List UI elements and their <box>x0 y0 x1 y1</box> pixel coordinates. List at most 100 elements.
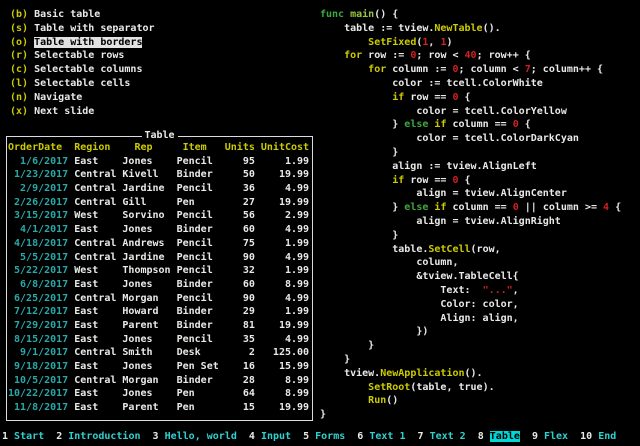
slide-tab-input[interactable]: 4 Input <box>249 431 291 442</box>
menu-item[interactable]: (c) Selectable columns <box>10 63 155 77</box>
table-cell: Central <box>74 169 122 180</box>
menu-shortcut-key: (o) <box>10 37 34 48</box>
slide-tab-introduction[interactable]: 2 Introduction <box>56 431 140 442</box>
slide-tab-number: 9 <box>532 431 544 442</box>
table-cell: Pencil <box>177 293 225 304</box>
table-cell: 50 <box>225 169 261 180</box>
table-cell: 9/1/2017 <box>8 347 74 358</box>
table-cell: 15 <box>225 402 261 413</box>
code-view: func main() { table := tview.NewTable().… <box>320 8 621 422</box>
table-cell: 56 <box>225 210 261 221</box>
menu-item-label: Table with borders <box>34 37 142 48</box>
slide-tab-text-1[interactable]: 6 Text 1 <box>357 431 405 442</box>
code-segment: Color: color, <box>320 299 519 310</box>
table-cell: Pencil <box>177 265 225 276</box>
table-cell: Jardine <box>122 252 176 263</box>
table-cell: 4.99 <box>261 334 309 345</box>
code-line: Text: "...", <box>320 284 621 298</box>
slide-tab-label: Hello, world <box>165 431 237 442</box>
menu-item-label: Selectable cells <box>34 78 130 89</box>
table-cell: Binder <box>177 224 225 235</box>
code-line: for row := 0; row < 40; row++ { <box>320 49 621 63</box>
table-row: 2/9/2017 Central Jardine Pencil 36 4.99 <box>8 182 311 196</box>
code-segment: NewTable <box>434 23 482 34</box>
table-cell: Pencil <box>177 156 225 167</box>
slide-tab-label: Flex <box>544 431 568 442</box>
table-cell: Pencil <box>177 252 225 263</box>
slide-tab-label: Text 1 <box>369 431 405 442</box>
table-cell: Morgan <box>122 375 176 386</box>
table-cell: East <box>74 334 122 345</box>
code-segment <box>320 64 368 75</box>
menu-item-label: Navigate <box>34 92 82 103</box>
menu-item[interactable]: (s) Table with separator <box>10 22 155 36</box>
shortcut-menu: (b) Basic table(s) Table with separator(… <box>10 8 155 118</box>
table-cell: 7/29/2017 <box>8 320 74 331</box>
table-cell: Thompson <box>122 265 176 276</box>
code-line: func main() { <box>320 8 621 22</box>
code-segment: SetFixed <box>368 37 416 48</box>
slide-tab-text-2[interactable]: 7 Text 2 <box>418 431 466 442</box>
slide-tab-number: 7 <box>418 431 430 442</box>
table-cell: 4.99 <box>261 224 309 235</box>
code-segment: row == <box>404 92 452 103</box>
table-row: 6/25/2017 Central Morgan Pencil 90 4.99 <box>8 292 311 306</box>
table-cell: Morgan <box>122 293 176 304</box>
table-header-row: OrderDate Region Rep Item Units UnitCost <box>8 141 311 155</box>
table-cell: East <box>74 279 122 290</box>
code-segment: (row, <box>471 244 501 255</box>
menu-item[interactable]: (n) Navigate <box>10 91 155 105</box>
slide-tab-number: 10 <box>580 431 598 442</box>
table-cell: Binder <box>177 169 225 180</box>
table-cell: Pencil <box>177 183 225 194</box>
code-segment: { <box>459 92 471 103</box>
slide-tab-forms[interactable]: 5 Forms <box>303 431 345 442</box>
table-cell: 90 <box>225 293 261 304</box>
table-cell: Howard <box>122 306 176 317</box>
table-cell: Jones <box>122 224 176 235</box>
table-cell: 8/15/2017 <box>8 334 74 345</box>
slide-tab-table[interactable]: 8 Table <box>478 431 520 442</box>
table-cell: East <box>74 306 122 317</box>
table-cell: Desk <box>177 347 225 358</box>
menu-item[interactable]: (l) Selectable cells <box>10 77 155 91</box>
table-cell: 64 <box>225 388 261 399</box>
table-cell: Jardine <box>122 183 176 194</box>
code-segment: } <box>320 340 374 351</box>
code-segment: tview. <box>320 368 380 379</box>
code-segment: if <box>434 119 446 130</box>
table-cell: 4/18/2017 <box>8 238 74 249</box>
menu-item[interactable]: (o) Table with borders <box>10 36 155 50</box>
slide-tab-label: Introduction <box>68 431 140 442</box>
code-line: tview.NewApplication(). <box>320 367 621 381</box>
slide-tab-flex[interactable]: 9 Flex <box>532 431 568 442</box>
code-segment: } <box>320 202 404 213</box>
code-line: color := tcell.ColorWhite <box>320 77 621 91</box>
code-segment: } <box>320 230 398 241</box>
table-cell: 1.99 <box>261 306 309 317</box>
slide-tab-hello-world[interactable]: 3 Hello, world <box>153 431 237 442</box>
table-cell: Andrews <box>122 238 176 249</box>
slide-tab-start[interactable]: 1 Start <box>2 431 44 442</box>
slide-tab-label: Table <box>490 431 520 442</box>
table-cell: 32 <box>225 265 261 276</box>
table-cell: 81 <box>225 320 261 331</box>
menu-item[interactable]: (x) Next slide <box>10 105 155 119</box>
table-cell: 16 <box>225 361 261 372</box>
table-cell: Pencil <box>177 210 225 221</box>
table-cell: 60 <box>225 279 261 290</box>
table-cell: 8.99 <box>261 388 309 399</box>
menu-shortcut-key: (s) <box>10 23 34 34</box>
code-segment: else <box>404 202 428 213</box>
table-cell: West <box>74 210 122 221</box>
table-cell: 29 <box>225 306 261 317</box>
table-cell: 9/18/2017 <box>8 361 74 372</box>
slide-tab-end[interactable]: 10 End <box>580 431 616 442</box>
menu-item[interactable]: (b) Basic table <box>10 8 155 22</box>
code-segment: ; row < <box>416 50 464 61</box>
table-cell: Central <box>74 375 122 386</box>
menu-item[interactable]: (r) Selectable rows <box>10 49 155 63</box>
code-line: SetRoot(table, true). <box>320 381 621 395</box>
table-cell: Central <box>74 252 122 263</box>
table-cell: Kivell <box>122 169 176 180</box>
